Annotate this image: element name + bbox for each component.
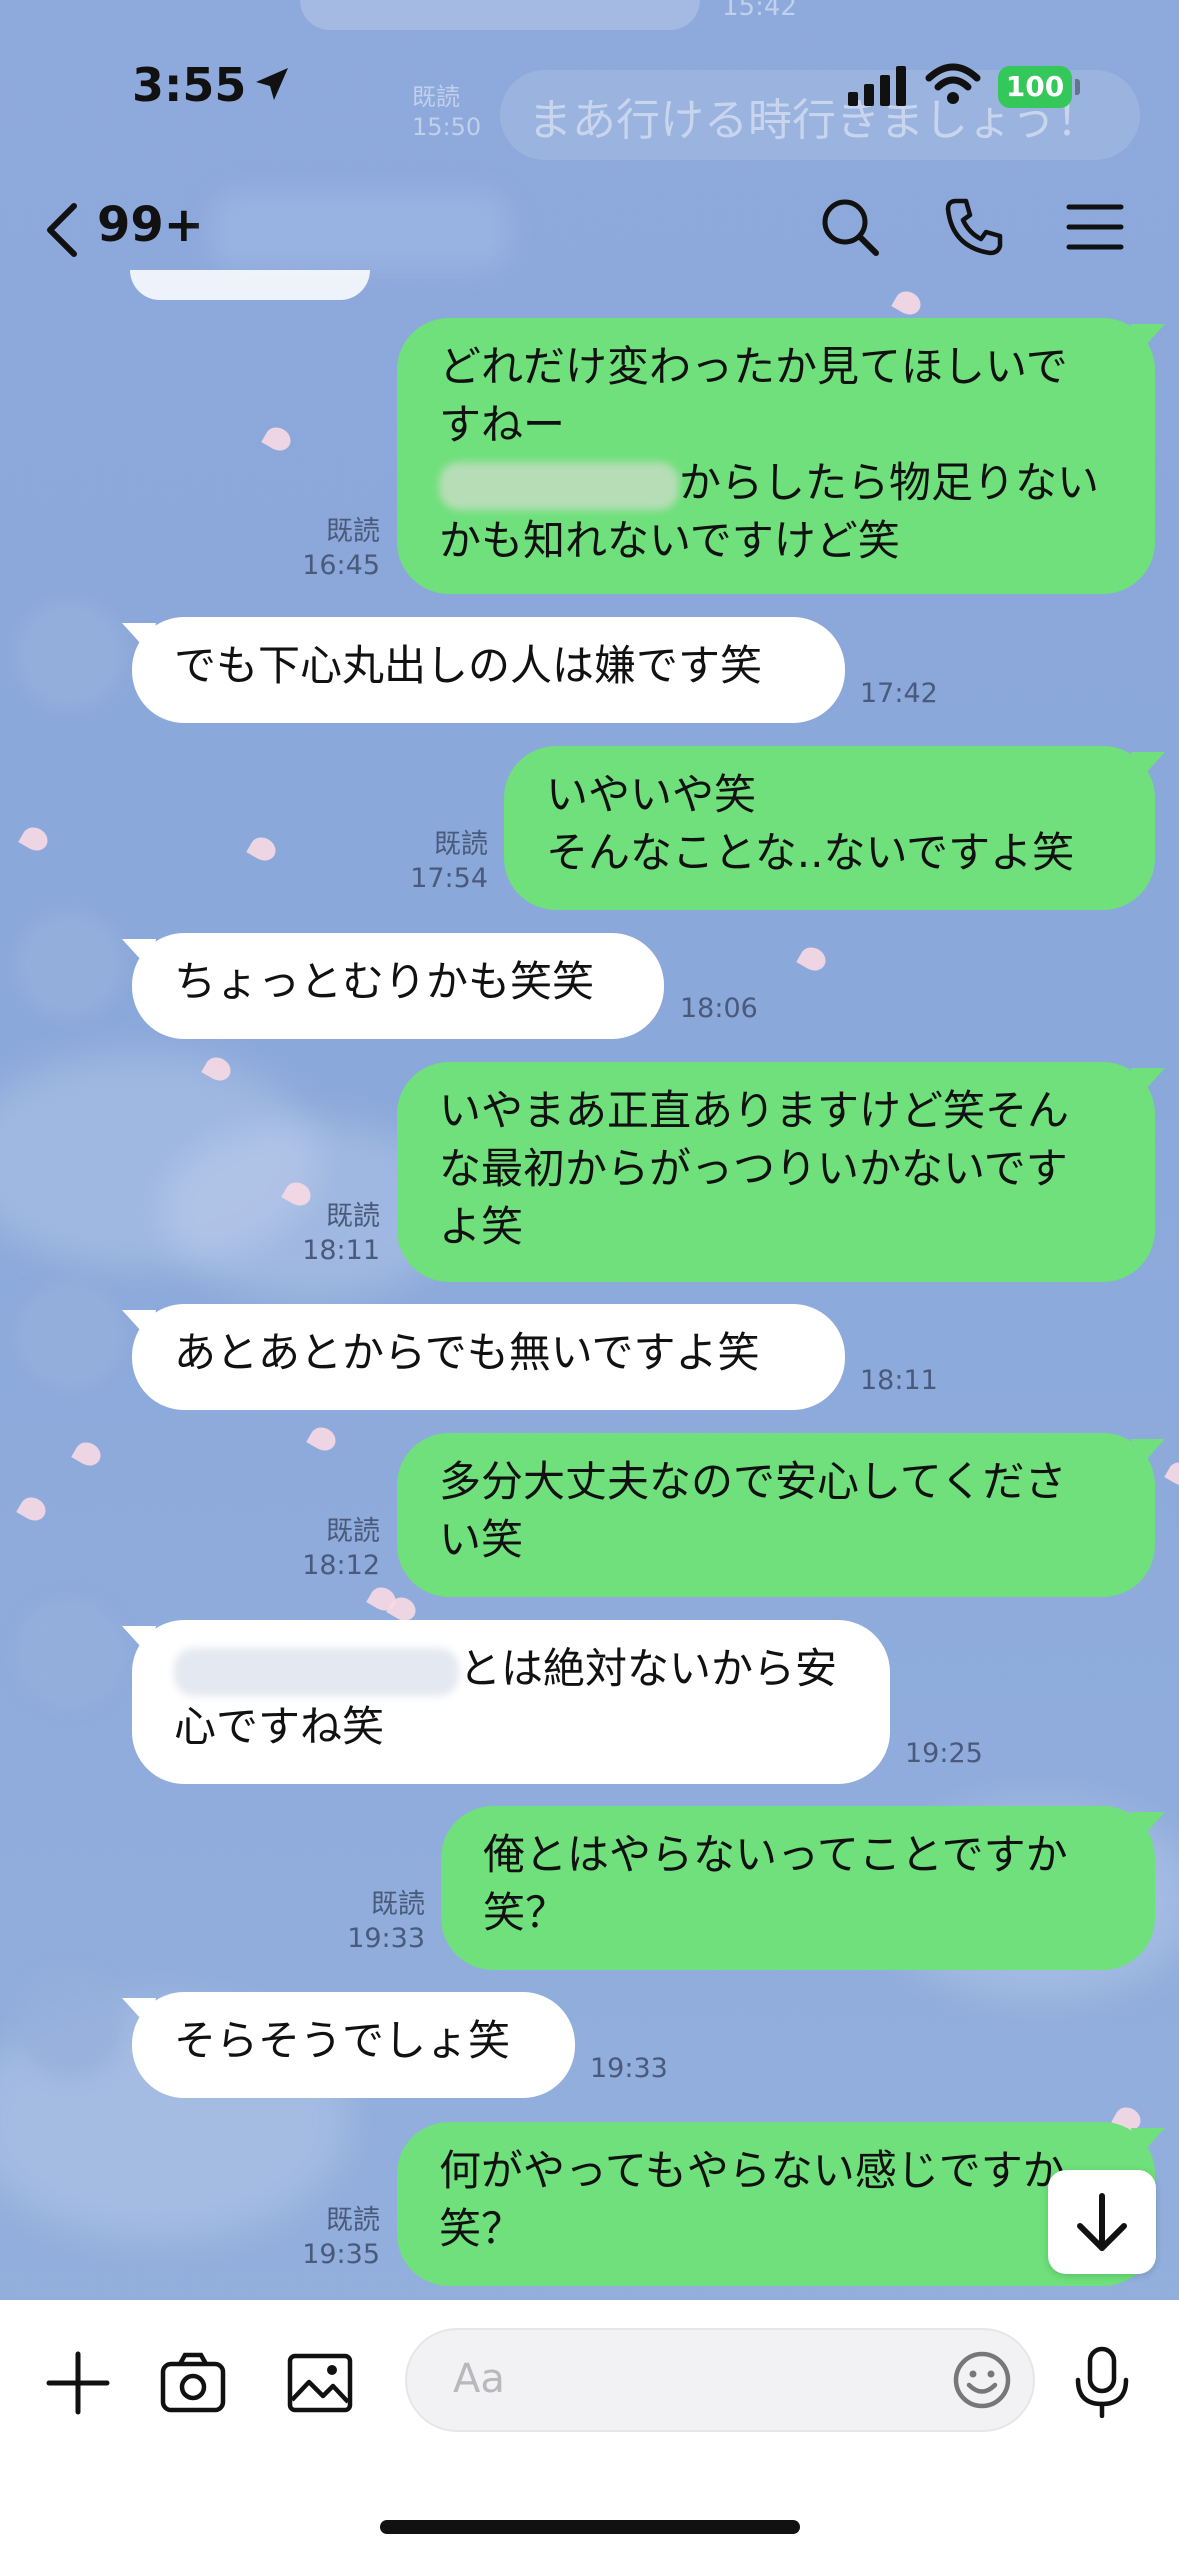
message-time: 19:33 [590,2053,668,2084]
message-bubble-received[interactable]: でも下心丸出しの人は嫌です笑 [132,617,845,723]
petal [306,1422,340,1456]
message-text: あとあとからでも無いですよ笑 [174,1328,760,1377]
mic-icon[interactable] [1072,2346,1132,2418]
message-bubble-sent[interactable]: 俺とはやらないってことですか 笑？ [441,1806,1155,1970]
message-line: 笑？ [483,1888,568,1937]
phone-icon[interactable] [942,195,1006,259]
message-time: 19:25 [905,1738,983,1769]
menu-icon[interactable] [1065,195,1125,259]
petal [796,942,830,976]
message-bubble-sent[interactable]: いやまあ正直ありますけど笑そん な最初からがっつりいかないです よ笑 [397,1062,1155,1282]
avatar[interactable] [15,1968,125,2078]
plus-icon[interactable] [45,2350,111,2416]
search-icon[interactable] [818,195,882,259]
redacted-text [174,1647,459,1696]
message-bubble-received[interactable]: ちょっとむりかも笑笑 [132,933,664,1039]
avatar[interactable] [15,1280,125,1390]
avatar[interactable] [15,1598,125,1708]
home-indicator [380,2520,800,2534]
redacted-text [439,461,679,510]
message-bubble-received[interactable]: とは絶対ないから安 心ですね笑 [132,1620,890,1784]
message-time: 17:42 [860,678,938,709]
message-time: 18:06 [680,993,758,1024]
message-line: な最初からがっつりいかないです [439,1144,1068,1193]
message-line: どれだけ変わったか見てほしいで [439,342,1068,391]
wifi-icon [925,63,981,104]
message-meta: 既読 19:33 [347,1889,425,1954]
petal [71,1437,105,1471]
message-line: 何がやってもやらない感じですか [439,2146,1065,2195]
arrow-down-icon [1077,2193,1127,2251]
signal-icon [848,66,906,106]
camera-icon[interactable] [160,2350,226,2416]
status-time: 3:55 [132,58,247,112]
message-bubble-received[interactable]: あとあとからでも無いですよ笑 [132,1304,845,1410]
message-time: 18:11 [860,1365,938,1396]
message-bubble-sent[interactable]: いやいや笑 そんなことな..ないですよ笑 [504,746,1155,910]
message-line: 笑？ [439,2204,524,2253]
message-bubble-received[interactable]: そらそうでしょ笑 [132,1992,575,2098]
message-meta: 既読 18:12 [302,1516,380,1581]
message-text: でも下心丸出しの人は嫌です笑 [174,641,763,690]
petal [18,822,52,856]
message-line: とは絶対ないから安 [174,1640,848,1698]
image-icon[interactable] [287,2350,353,2416]
message-line: からしたら物足りない [439,454,1113,512]
partial-bubble [130,270,370,300]
message-text: そらそうでしょ笑 [174,2016,511,2065]
back-chevron-icon[interactable] [38,200,92,260]
message-line: そんなことな..ないですよ笑 [546,828,1075,877]
scroll-to-bottom-button[interactable] [1048,2170,1156,2274]
location-arrow-icon [256,68,288,100]
message-bubble-sent[interactable]: 多分大丈夫なので安心してくださ い笑 [397,1433,1155,1597]
status-bar: 3:55 100 [0,0,1179,160]
message-text: ちょっとむりかも笑笑 [174,957,595,1006]
petal [261,422,295,456]
petal [1164,1457,1179,1491]
message-meta: 既読 17:54 [410,829,488,894]
avatar[interactable] [15,600,125,710]
message-meta: 既読 16:45 [302,516,380,581]
message-input[interactable]: Aa [405,2328,1035,2432]
avatar[interactable] [15,910,125,1020]
contact-name-redacted[interactable] [210,190,510,270]
message-line: いやいや笑 [546,770,757,819]
petal [246,832,280,866]
message-meta: 既読 19:35 [302,2205,380,2270]
message-line: いやまあ正直ありますけど笑そん [439,1086,1070,1135]
petal [16,1492,50,1526]
message-line: かも知れないですけど笑 [439,516,900,565]
message-input-placeholder: Aa [453,2356,505,2402]
message-line: 俺とはやらないってことですか [483,1830,1068,1879]
message-meta: 既読 18:11 [302,1201,380,1266]
message-bubble-sent[interactable]: 何がやってもやらない感じですか 笑？ [397,2122,1155,2286]
battery-indicator: 100 [998,66,1072,108]
message-line: 心ですね笑 [174,1702,385,1751]
unread-count[interactable]: 99+ [97,197,204,253]
battery-tip [1075,79,1080,95]
message-line: い笑 [439,1515,524,1564]
message-line: 多分大丈夫なので安心してくださ [439,1457,1067,1506]
message-bubble-sent[interactable]: どれだけ変わったか見てほしいで すねー からしたら物足りない かも知れないですけ… [397,318,1155,594]
message-line: すねー [439,400,566,449]
message-composer: Aa [0,2300,1179,2556]
emoji-icon[interactable] [952,2350,1012,2410]
message-line: よ笑 [439,1202,524,1251]
